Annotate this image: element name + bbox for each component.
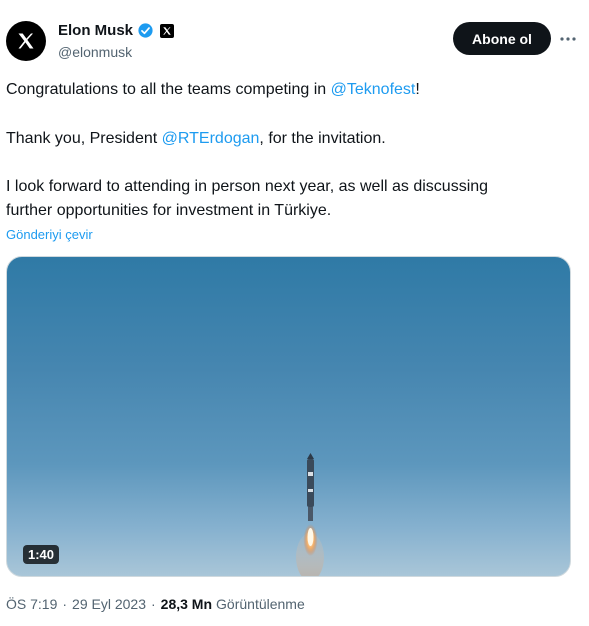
tweet-text-line-3: I look forward to attending in person ne… [6, 175, 578, 199]
author-handle[interactable]: @elonmusk [58, 44, 132, 60]
avatar[interactable] [6, 21, 46, 61]
meta-separator: · [62, 596, 68, 612]
mention-rterdogan[interactable]: @RTErdogan [162, 130, 260, 147]
tweet-text: , for the invitation. [259, 130, 386, 147]
tweet-text: Congratulations to all the teams competi… [6, 81, 331, 98]
tweet-text: ! [415, 81, 420, 98]
tweet-text-line-1: Congratulations to all the teams competi… [6, 78, 578, 102]
follow-button[interactable]: Abone ol [453, 22, 551, 55]
x-logo-icon [18, 33, 34, 49]
meta-separator: · [151, 596, 156, 612]
views-count[interactable]: 28,3 Mn [161, 596, 212, 612]
views-label: Görüntülenme [216, 596, 305, 612]
video-duration-badge: 1:40 [23, 545, 60, 564]
author-name-row: Elon Musk [58, 22, 175, 39]
more-options-button[interactable] [556, 28, 580, 50]
tweet-meta: ÖS 7:19 · 29 Eyl 2023 · 28,3 Mn Görüntül… [6, 596, 305, 612]
tweet-text: further opportunities for investment in … [6, 202, 332, 219]
author-name[interactable]: Elon Musk [58, 22, 133, 39]
rocket-launch-image [296, 453, 324, 576]
verified-badge-icon [138, 23, 153, 38]
tweet-time[interactable]: ÖS 7:19 [6, 596, 57, 612]
translate-post-link[interactable]: Gönderiyi çevir [6, 227, 93, 242]
more-horizontal-icon [560, 37, 576, 41]
tweet-text: Thank you, President [6, 130, 162, 147]
tweet-date[interactable]: 29 Eyl 2023 [72, 596, 146, 612]
mention-teknofest[interactable]: @Teknofest [331, 81, 416, 98]
tweet-text: I look forward to attending in person ne… [6, 178, 489, 195]
tweet-text-line-2: Thank you, President @RTErdogan, for the… [6, 127, 578, 151]
x-affiliation-icon[interactable] [160, 23, 175, 38]
video-player[interactable]: 1:40 [6, 256, 571, 577]
tweet-text-line-4: further opportunities for investment in … [6, 199, 578, 223]
tweet-header: Elon Musk @elonmusk Abone ol [6, 18, 584, 64]
